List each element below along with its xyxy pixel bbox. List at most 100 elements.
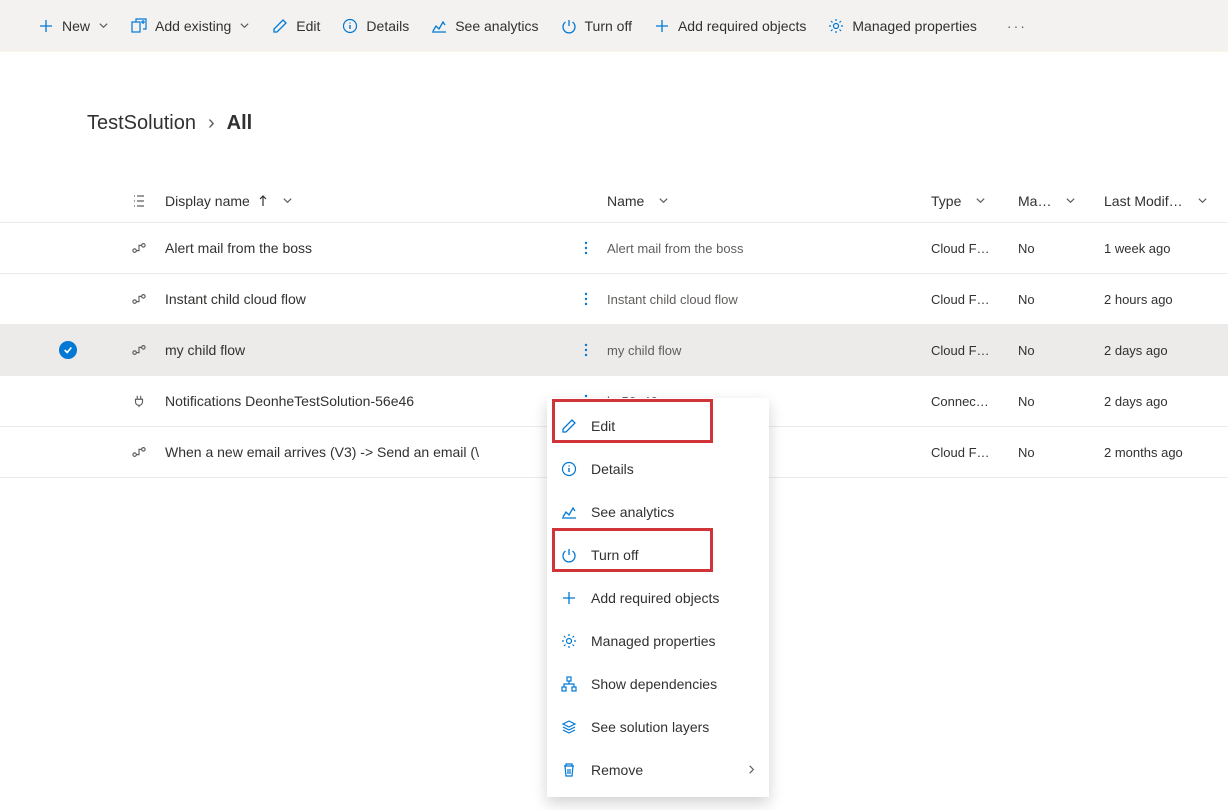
row-name: Instant child cloud flow (607, 292, 931, 307)
chevron-down-icon (282, 195, 293, 206)
analytics-label: See analytics (455, 18, 538, 34)
row-display-name[interactable]: Alert mail from the boss (165, 240, 565, 256)
plug-icon (113, 394, 165, 408)
analytics-icon (431, 18, 447, 34)
add-existing-label: Add existing (155, 18, 231, 34)
ctx-layers[interactable]: See solution layers (547, 705, 769, 748)
selected-check-icon[interactable] (59, 341, 77, 359)
overflow-button[interactable]: ··· (1007, 18, 1027, 34)
add-required-label: Add required objects (678, 18, 806, 34)
row-type: Cloud F… (931, 292, 1018, 307)
edit-label: Edit (296, 18, 320, 34)
sort-up-icon (258, 195, 268, 207)
row-more-button[interactable] (565, 240, 607, 256)
table-row[interactable]: Alert mail from the boss Alert mail from … (0, 223, 1228, 274)
analytics-button[interactable]: See analytics (431, 18, 538, 34)
row-more-button[interactable] (565, 291, 607, 307)
row-name: Alert mail from the boss (607, 241, 931, 256)
pencil-icon (561, 418, 579, 434)
column-managed[interactable]: Ma… (1018, 193, 1104, 209)
row-managed: No (1018, 241, 1104, 256)
row-modified: 2 months ago (1104, 445, 1224, 460)
row-type: Cloud F… (931, 445, 1018, 460)
table-header: Display name Name Type Ma… Last Modif… (0, 179, 1228, 223)
ctx-add-required[interactable]: Add required objects (547, 576, 769, 619)
table-row[interactable]: Instant child cloud flow Instant child cl… (0, 274, 1228, 325)
row-managed: No (1018, 394, 1104, 409)
row-modified: 2 days ago (1104, 394, 1224, 409)
row-display-name[interactable]: my child flow (165, 342, 565, 358)
list-icon[interactable] (113, 193, 165, 209)
turn-off-label: Turn off (585, 18, 632, 34)
info-icon (561, 461, 579, 477)
chevron-right-icon: › (208, 112, 215, 135)
chevron-right-icon (746, 764, 757, 775)
row-name: my child flow (607, 343, 931, 358)
pencil-icon (272, 18, 288, 34)
row-more-button[interactable] (565, 342, 607, 358)
ctx-edit[interactable]: Edit (547, 404, 769, 447)
row-modified: 2 days ago (1104, 343, 1224, 358)
gear-icon (828, 18, 844, 34)
layers-icon (561, 719, 579, 735)
ctx-turn-off[interactable]: Turn off (547, 533, 769, 576)
managed-props-button[interactable]: Managed properties (828, 18, 977, 34)
context-menu: Edit Details See analytics Turn off Add … (547, 398, 769, 797)
row-modified: 2 hours ago (1104, 292, 1224, 307)
dependencies-icon (561, 676, 579, 692)
column-name[interactable]: Name (607, 193, 931, 209)
gear-icon (561, 633, 579, 649)
managed-props-label: Managed properties (852, 18, 977, 34)
plus-icon (38, 18, 54, 34)
chevron-down-icon (658, 195, 669, 206)
breadcrumb: TestSolution › All (0, 112, 1228, 135)
add-required-button[interactable]: Add required objects (654, 18, 806, 34)
ctx-show-deps[interactable]: Show dependencies (547, 662, 769, 705)
trash-icon (561, 762, 579, 778)
info-icon (342, 18, 358, 34)
analytics-icon (561, 504, 579, 520)
command-bar: New Add existing Edit Details See analyt… (0, 0, 1228, 52)
chevron-down-icon (1197, 195, 1208, 206)
row-managed: No (1018, 343, 1104, 358)
new-button[interactable]: New (38, 18, 109, 34)
edit-button[interactable]: Edit (272, 18, 320, 34)
plus-icon (561, 590, 579, 606)
details-label: Details (366, 18, 409, 34)
column-type[interactable]: Type (931, 193, 1018, 209)
breadcrumb-root[interactable]: TestSolution (87, 112, 196, 135)
chevron-down-icon (98, 20, 109, 31)
row-display-name[interactable]: Notifications DeonheTestSolution-56e46 (165, 393, 565, 409)
chevron-down-icon (975, 195, 986, 206)
row-type: Connec… (931, 394, 1018, 409)
row-display-name[interactable]: When a new email arrives (V3) -> Send an… (165, 444, 565, 460)
table-row[interactable]: my child flowmy child flowCloud F…No2 da… (0, 325, 1228, 376)
flow-icon (113, 241, 165, 255)
details-button[interactable]: Details (342, 18, 409, 34)
row-managed: No (1018, 292, 1104, 307)
power-icon (561, 547, 579, 563)
add-existing-button[interactable]: Add existing (131, 18, 250, 34)
flow-icon (113, 445, 165, 459)
chevron-down-icon (239, 20, 250, 31)
chevron-down-icon (1065, 195, 1076, 206)
ctx-analytics[interactable]: See analytics (547, 490, 769, 533)
flow-icon (113, 343, 165, 357)
row-display-name[interactable]: Instant child cloud flow (165, 291, 565, 307)
turn-off-button[interactable]: Turn off (561, 18, 632, 34)
row-type: Cloud F… (931, 241, 1018, 256)
ctx-details[interactable]: Details (547, 447, 769, 490)
ctx-remove[interactable]: Remove (547, 748, 769, 791)
row-managed: No (1018, 445, 1104, 460)
power-icon (561, 18, 577, 34)
new-button-label: New (62, 18, 90, 34)
plus-icon (654, 18, 670, 34)
column-modified[interactable]: Last Modif… (1104, 193, 1224, 209)
row-type: Cloud F… (931, 343, 1018, 358)
ctx-managed-props[interactable]: Managed properties (547, 619, 769, 662)
row-modified: 1 week ago (1104, 241, 1224, 256)
add-existing-icon (131, 18, 147, 34)
flow-icon (113, 292, 165, 306)
column-display-name[interactable]: Display name (165, 193, 607, 209)
breadcrumb-current: All (227, 112, 253, 135)
